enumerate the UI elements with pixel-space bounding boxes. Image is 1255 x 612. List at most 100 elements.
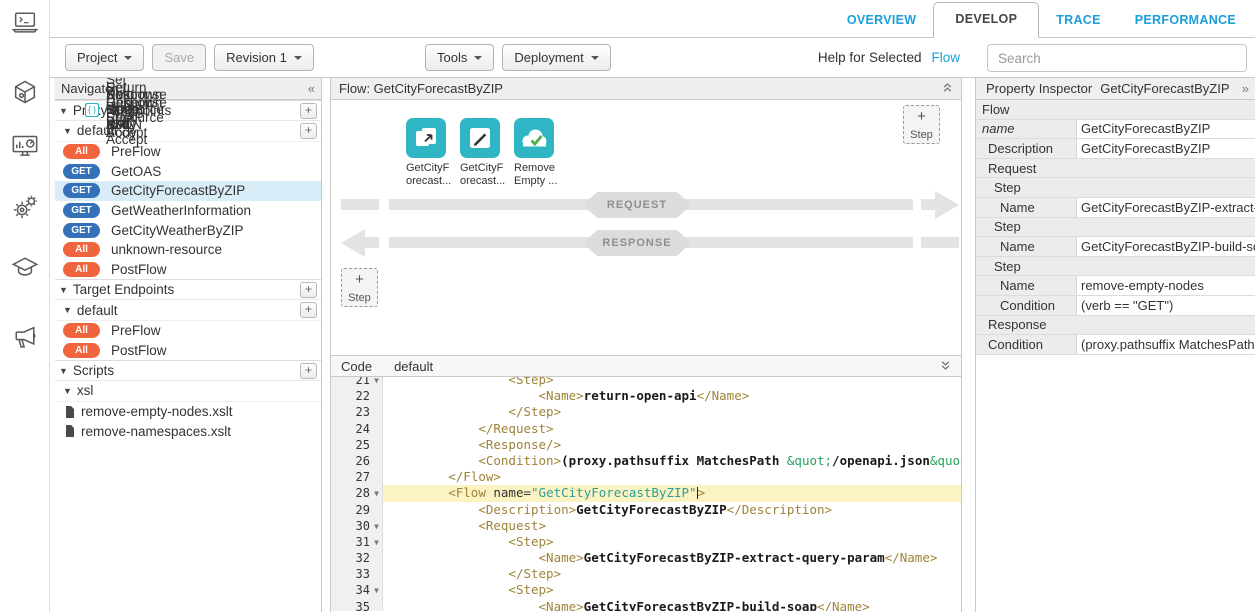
- nav-flow-getcityforecastbyzip[interactable]: GETGetCityForecastByZIP: [55, 181, 321, 201]
- response-band-stub: [921, 237, 959, 248]
- file-icon: [63, 405, 74, 419]
- terminal-icon[interactable]: [11, 8, 39, 36]
- fold-arrow-icon[interactable]: ▼: [370, 486, 379, 502]
- tools-button-group: Tools Deployment: [425, 44, 611, 71]
- line-number[interactable]: 23: [331, 404, 383, 420]
- inspector-row-step: Step: [976, 178, 1255, 198]
- nav-flow-postflow[interactable]: AllPostFlow: [55, 341, 321, 361]
- line-number[interactable]: 21▼: [331, 377, 383, 388]
- line-number[interactable]: 33: [331, 566, 383, 582]
- nav-flow-unknown-resource[interactable]: Allunknown-resource: [55, 240, 321, 260]
- flow-callout-policy-icon[interactable]: [406, 118, 446, 158]
- nav-group-xsl[interactable]: ▼xsl: [55, 381, 321, 402]
- line-number[interactable]: 30▼: [331, 518, 383, 534]
- tab-develop[interactable]: DEVELOP: [933, 2, 1039, 38]
- code-editor[interactable]: 21▼ <Step>22 <Name>return-open-api</Name…: [331, 377, 961, 611]
- code-text: </Step>: [383, 566, 961, 582]
- center-panel: Flow: GetCityForecastByZIP GetCityF orec…: [330, 78, 962, 612]
- tab-trace[interactable]: TRACE: [1039, 3, 1118, 38]
- add-button[interactable]: +: [300, 363, 317, 379]
- inspector-row-name: nameGetCityForecastByZIP: [976, 120, 1255, 140]
- nav-flow-getweatherinformation[interactable]: GETGetWeatherInformation: [55, 201, 321, 221]
- admin-gears-icon[interactable]: [11, 193, 39, 221]
- triangle-expanded-icon[interactable]: ▼: [63, 386, 72, 396]
- nav-flow-postflow[interactable]: AllPostFlow: [55, 260, 321, 280]
- line-number[interactable]: 25: [331, 437, 383, 453]
- analytics-icon[interactable]: [11, 133, 39, 161]
- property-value[interactable]: GetCityForecastByZIP-extract-query-param: [1076, 198, 1255, 217]
- add-button[interactable]: +: [300, 282, 317, 298]
- revision-button[interactable]: Revision 1: [214, 44, 314, 71]
- expand-down-icon[interactable]: [940, 360, 951, 373]
- method-badge: GET: [63, 164, 100, 179]
- triangle-expanded-icon[interactable]: ▼: [59, 366, 68, 376]
- line-number[interactable]: 31▼: [331, 534, 383, 550]
- tools-button[interactable]: Tools: [425, 44, 494, 71]
- fold-arrow-icon[interactable]: ▼: [370, 519, 379, 535]
- line-number[interactable]: 27: [331, 469, 383, 485]
- line-number[interactable]: 29: [331, 502, 383, 518]
- property-value[interactable]: remove-empty-nodes: [1076, 276, 1255, 295]
- property-value[interactable]: GetCityForecastByZIP: [1076, 139, 1255, 158]
- triangle-expanded-icon[interactable]: ▼: [63, 305, 72, 315]
- collapse-up-icon[interactable]: [942, 82, 953, 95]
- code-line-34: 34▼ <Step>: [331, 582, 961, 598]
- nav-policy-xml-to-json[interactable]: {)XML to JSON: [55, 100, 109, 120]
- search-input[interactable]: [987, 44, 1247, 72]
- property-value[interactable]: GetCityForecastByZIP-build-soap: [1076, 237, 1255, 256]
- property-label: Name: [976, 198, 1076, 217]
- nav-file-remove-namespaces.xslt[interactable]: remove-namespaces.xslt: [55, 421, 321, 441]
- nav-flow-getoas[interactable]: GET GetOAS: [55, 161, 321, 181]
- line-number[interactable]: 35: [331, 599, 383, 611]
- collapse-right-icon[interactable]: »: [1242, 82, 1249, 95]
- line-number[interactable]: 24: [331, 421, 383, 437]
- nav-group-default[interactable]: ▼default+: [55, 300, 321, 321]
- nav-section-target-endpoints[interactable]: ▼Target Endpoints+: [55, 279, 321, 300]
- nav-flow-preflow[interactable]: AllPreFlow: [55, 321, 321, 341]
- save-button[interactable]: Save: [152, 44, 206, 71]
- nav-label: Scripts: [73, 363, 114, 378]
- code-text: </Request>: [383, 421, 961, 437]
- line-number[interactable]: 28▼: [331, 485, 383, 501]
- fold-arrow-icon[interactable]: ▼: [370, 535, 379, 551]
- collapse-left-icon[interactable]: «: [308, 82, 315, 95]
- nav-label: GetOAS: [111, 164, 161, 179]
- project-button[interactable]: Project: [65, 44, 144, 71]
- property-label: Flow: [976, 100, 1255, 119]
- property-label: Name: [976, 276, 1076, 295]
- help-flow-link[interactable]: Flow: [931, 50, 960, 65]
- add-button[interactable]: +: [300, 302, 317, 318]
- line-number[interactable]: 34▼: [331, 582, 383, 598]
- nav-section-scripts[interactable]: ▼ Scripts +: [55, 360, 321, 381]
- code-line-33: 33 </Step>: [331, 566, 961, 582]
- triangle-expanded-icon[interactable]: ▼: [63, 126, 72, 136]
- assign-message-policy-icon[interactable]: [460, 118, 500, 158]
- add-step-response-button[interactable]: + Step: [341, 268, 378, 307]
- remove-empty-nodes-policy-icon[interactable]: [514, 118, 554, 158]
- announcements-icon[interactable]: [11, 323, 39, 351]
- property-value[interactable]: (proxy.pathsuffix MatchesPath "/c: [1076, 335, 1255, 354]
- fold-arrow-icon[interactable]: ▼: [370, 583, 379, 599]
- line-number[interactable]: 26: [331, 453, 383, 469]
- line-number[interactable]: 22: [331, 388, 383, 404]
- nav-group-default[interactable]: ▼default+: [55, 121, 321, 142]
- add-button[interactable]: +: [300, 123, 317, 139]
- api-proxies-icon[interactable]: [11, 78, 39, 106]
- nav-file-remove-empty-nodes.xslt[interactable]: remove-empty-nodes.xslt: [55, 402, 321, 422]
- property-value[interactable]: GetCityForecastByZIP: [1076, 120, 1255, 139]
- learn-icon[interactable]: [11, 253, 39, 281]
- add-step-request-button[interactable]: + Step: [903, 105, 940, 144]
- line-number[interactable]: 32: [331, 550, 383, 566]
- triangle-expanded-icon[interactable]: ▼: [59, 285, 68, 295]
- help-for-selected-label: Help for Selected: [818, 50, 922, 65]
- nav-flow-preflow[interactable]: AllPreFlow: [55, 142, 321, 162]
- add-button[interactable]: +: [300, 103, 317, 119]
- tab-performance[interactable]: PERFORMANCE: [1118, 3, 1253, 38]
- deployment-button-label: Deployment: [514, 50, 583, 65]
- nav-flow-getcityweatherbyzip[interactable]: GETGetCityWeatherByZIP: [55, 220, 321, 240]
- deployment-button[interactable]: Deployment: [502, 44, 610, 71]
- nav-label: GetCityWeatherByZIP: [111, 223, 244, 238]
- tab-overview[interactable]: OVERVIEW: [830, 3, 934, 38]
- property-value[interactable]: (verb == "GET"): [1076, 296, 1255, 315]
- property-label: Condition: [976, 296, 1076, 315]
